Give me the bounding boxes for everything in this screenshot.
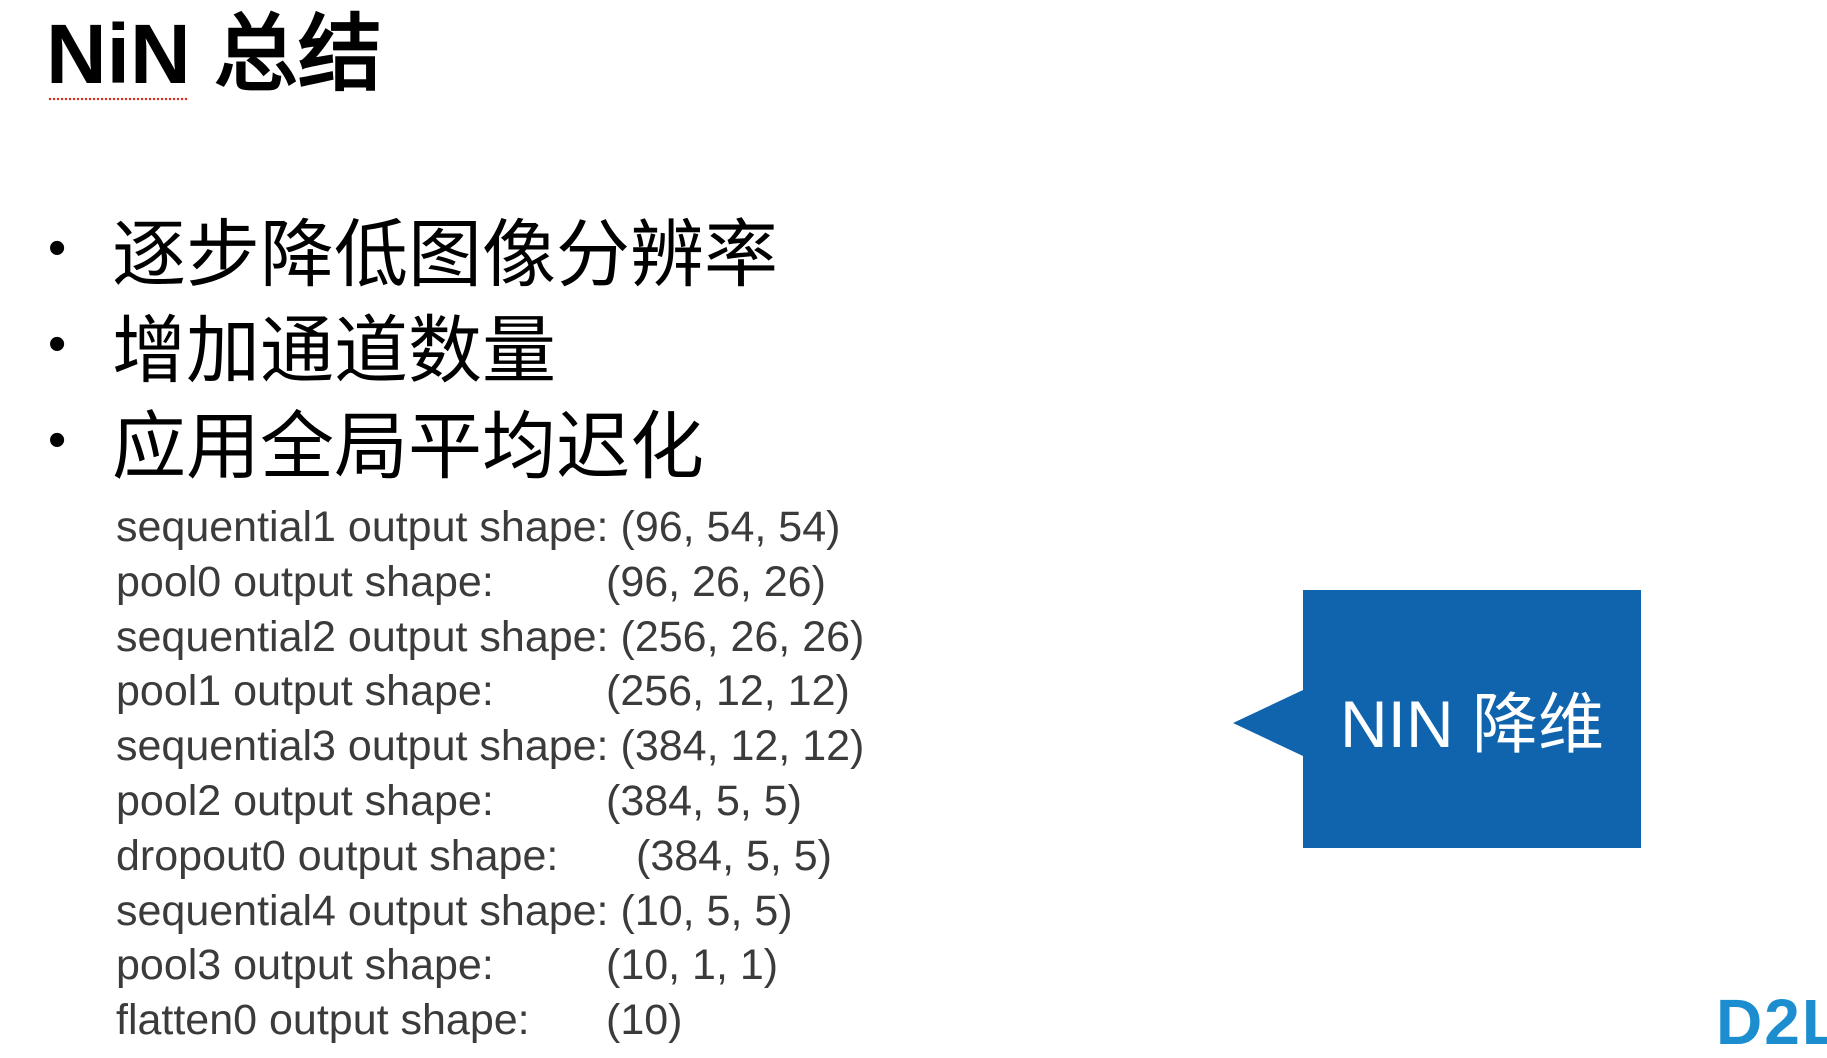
callout-dimension-reduction: NIN 降维 <box>1233 590 1641 848</box>
bullet-dot-icon: • <box>48 411 67 469</box>
shape-value: (10) <box>606 996 683 1045</box>
shape-label: sequential3 output shape: <box>116 722 609 771</box>
title-rest: 总结 <box>190 7 383 101</box>
shape-value: (96, 54, 54) <box>620 503 841 551</box>
shape-label: pool2 output shape: <box>116 776 494 825</box>
d2l-logo: D2L <box>1716 986 1827 1058</box>
bullet-list: • 逐步降低图像分辨率 • 增加通道数量 • 应用全局平均迟化 <box>48 200 778 488</box>
shape-label: sequential1 output shape: <box>116 503 609 551</box>
output-shape-log: sequential1 output shape: (96, 54, 54) po… <box>116 500 864 1048</box>
shape-label: flatten0 output shape: <box>116 996 530 1045</box>
bullet-text: 增加通道数量 <box>112 308 556 392</box>
shape-value: (96, 26, 26) <box>606 557 826 606</box>
shape-label: dropout0 output shape: <box>116 831 559 880</box>
shape-row-pool2: pool2 output shape: (384, 5, 5) <box>116 774 864 829</box>
bullet-dot-icon: • <box>48 315 67 373</box>
bullet-text: 应用全局平均迟化 <box>112 404 704 488</box>
shape-value: (10, 1, 1) <box>606 941 779 990</box>
bullet-item-resolution: • 逐步降低图像分辨率 <box>48 200 778 296</box>
shape-row-sequential2: sequential2 output shape: (256, 26, 26) <box>116 610 864 665</box>
shape-label: pool3 output shape: <box>116 941 494 990</box>
bullet-item-global-pooling: • 应用全局平均迟化 <box>48 392 778 488</box>
shape-value: (256, 12, 12) <box>606 667 850 716</box>
shape-value: (256, 26, 26) <box>620 612 865 661</box>
spellcheck-underline <box>48 96 189 101</box>
shape-row-sequential3: sequential3 output shape: (384, 12, 12) <box>116 719 864 774</box>
shape-row-flatten0: flatten0 output shape: (10) <box>116 993 864 1048</box>
shape-label: pool0 output shape: <box>116 557 494 606</box>
shape-row-pool1: pool1 output shape: (256, 12, 12) <box>116 664 864 719</box>
shape-row-pool0: pool0 output shape: (96, 26, 26) <box>116 555 864 610</box>
bullet-dot-icon: • <box>48 219 67 277</box>
shape-value: (384, 5, 5) <box>606 776 802 825</box>
shape-row-sequential1: sequential1 output shape: (96, 54, 54) <box>116 500 864 555</box>
shape-value: (10, 5, 5) <box>620 886 793 935</box>
shape-value: (384, 5, 5) <box>636 831 832 880</box>
title-word-nin: NiN <box>46 7 191 101</box>
shape-label: sequential4 output shape: <box>116 886 609 935</box>
bullet-text: 逐步降低图像分辨率 <box>112 212 778 296</box>
shape-label: pool1 output shape: <box>116 667 494 716</box>
shape-value: (384, 12, 12) <box>620 722 865 771</box>
bullet-item-channels: • 增加通道数量 <box>48 296 778 392</box>
shape-row-dropout0: dropout0 output shape: (384, 5, 5) <box>116 829 864 884</box>
shape-row-sequential4: sequential4 output shape: (10, 5, 5) <box>116 884 864 939</box>
shape-row-pool3: pool3 output shape: (10, 1, 1) <box>116 938 864 993</box>
callout-label: NIN 降维 <box>1340 687 1604 761</box>
slide-title: NiN 总结 <box>46 6 382 103</box>
shape-label: sequential2 output shape: <box>116 612 609 661</box>
